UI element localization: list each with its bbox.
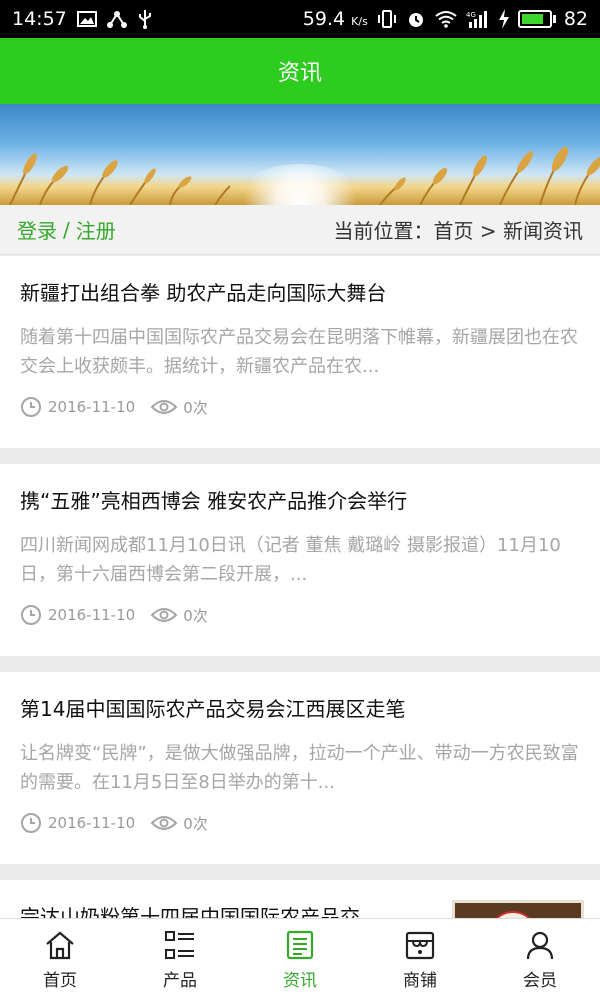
shop-icon [404, 928, 436, 962]
news-meta: 2016-11-10 0次 [20, 812, 580, 834]
battery-fill [521, 14, 544, 24]
news-title[interactable]: 第14届中国国际农产品交易会江西展区走笔 [20, 672, 580, 721]
eye-icon [151, 814, 178, 832]
status-bar: 14:57 59.4 K/s 4G 82 [0, 0, 600, 38]
tab-news[interactable]: 资讯 [240, 919, 360, 1000]
bottom-tab-bar: 首页 产品 资讯 商铺 会员 [0, 918, 600, 1000]
news-views: 0次 [183, 606, 208, 625]
banner-image [0, 104, 600, 205]
tab-member[interactable]: 会员 [480, 919, 600, 1000]
tab-label: 首页 [43, 971, 77, 991]
news-date: 2016-11-10 [48, 398, 136, 416]
login-link[interactable]: 登录 [17, 215, 57, 244]
login-separator: / [63, 217, 70, 242]
tab-home[interactable]: 首页 [0, 919, 120, 1000]
battery-icon [517, 10, 556, 28]
clock-icon [20, 812, 42, 834]
home-icon [44, 928, 76, 962]
user-icon [525, 928, 555, 962]
tab-products[interactable]: 产品 [120, 919, 240, 1000]
network-speed: 59.4 K/s [303, 8, 368, 30]
alarm-icon [406, 9, 426, 29]
vibrate-icon [376, 10, 398, 28]
news-item[interactable]: 新疆打出组合拳 助农产品走向国际大舞台 随着第十四届中国国际农产品交易会在昆明落… [0, 256, 600, 448]
tab-shops[interactable]: 商铺 [360, 919, 480, 1000]
clock-icon [20, 604, 42, 626]
news-views: 0次 [183, 814, 208, 833]
speed-value: 59.4 [302, 8, 346, 30]
news-meta: 2016-11-10 0次 [20, 604, 580, 626]
eye-icon [151, 606, 178, 624]
tab-label: 会员 [523, 971, 557, 991]
news-date: 2016-11-10 [48, 814, 136, 832]
charging-icon [498, 9, 510, 29]
news-date: 2016-11-10 [48, 606, 136, 624]
news-views: 0次 [183, 398, 208, 417]
news-meta: 2016-11-10 0次 [20, 396, 580, 418]
breadcrumb-bar: 登录 / 注册 当前位置：首页 > 新闻资讯 [0, 205, 600, 255]
status-time: 14:57 [12, 8, 67, 30]
share-icon [106, 10, 127, 28]
clock-icon [20, 396, 42, 418]
news-item[interactable]: 携“五雅”亮相西博会 雅安农产品推介会举行 四川新闻网成都11月10日讯（记者 … [0, 464, 600, 656]
image-icon [76, 11, 97, 27]
signal-icon: 4G [466, 10, 490, 28]
news-title[interactable]: 携“五雅”亮相西博会 雅安农产品推介会举行 [20, 464, 580, 513]
network-type: 4G [466, 11, 476, 19]
battery-percent: 82 [563, 8, 588, 30]
tab-label: 商铺 [403, 971, 437, 991]
breadcrumb: 当前位置：首页 > 新闻资讯 [333, 219, 583, 243]
list-icon [164, 928, 196, 962]
wheat-field [9, 146, 600, 205]
news-summary: 四川新闻网成都11月10日讯（记者 董焦 戴璐岭 摄影报道）11月10日，第十六… [20, 535, 561, 585]
usb-icon [137, 9, 153, 29]
tab-label: 产品 [163, 971, 197, 991]
news-title[interactable]: 新疆打出组合拳 助农产品走向国际大舞台 [20, 256, 580, 305]
page-title: 资讯 [277, 61, 322, 86]
speed-unit: K/s [351, 15, 368, 28]
tab-label: 资讯 [283, 971, 317, 991]
eye-icon [151, 398, 178, 416]
news-item[interactable]: 第14届中国国际农产品交易会江西展区走笔 让名牌变“民牌”，是做大做强品牌，拉动… [0, 672, 600, 864]
news-summary: 让名牌变“民牌”，是做大做强品牌，拉动一个产业、带动一方农民致富的需要。在11月… [20, 743, 579, 793]
news-summary: 随着第十四届中国国际农产品交易会在昆明落下帷幕，新疆展团也在农交会上收获颇丰。据… [20, 327, 578, 377]
news-icon [285, 928, 315, 962]
app-header: 资讯 [0, 38, 600, 104]
wifi-icon [434, 10, 458, 28]
register-link[interactable]: 注册 [76, 215, 116, 244]
news-list: 新疆打出组合拳 助农产品走向国际大舞台 随着第十四届中国国际农产品交易会在昆明落… [0, 256, 600, 960]
